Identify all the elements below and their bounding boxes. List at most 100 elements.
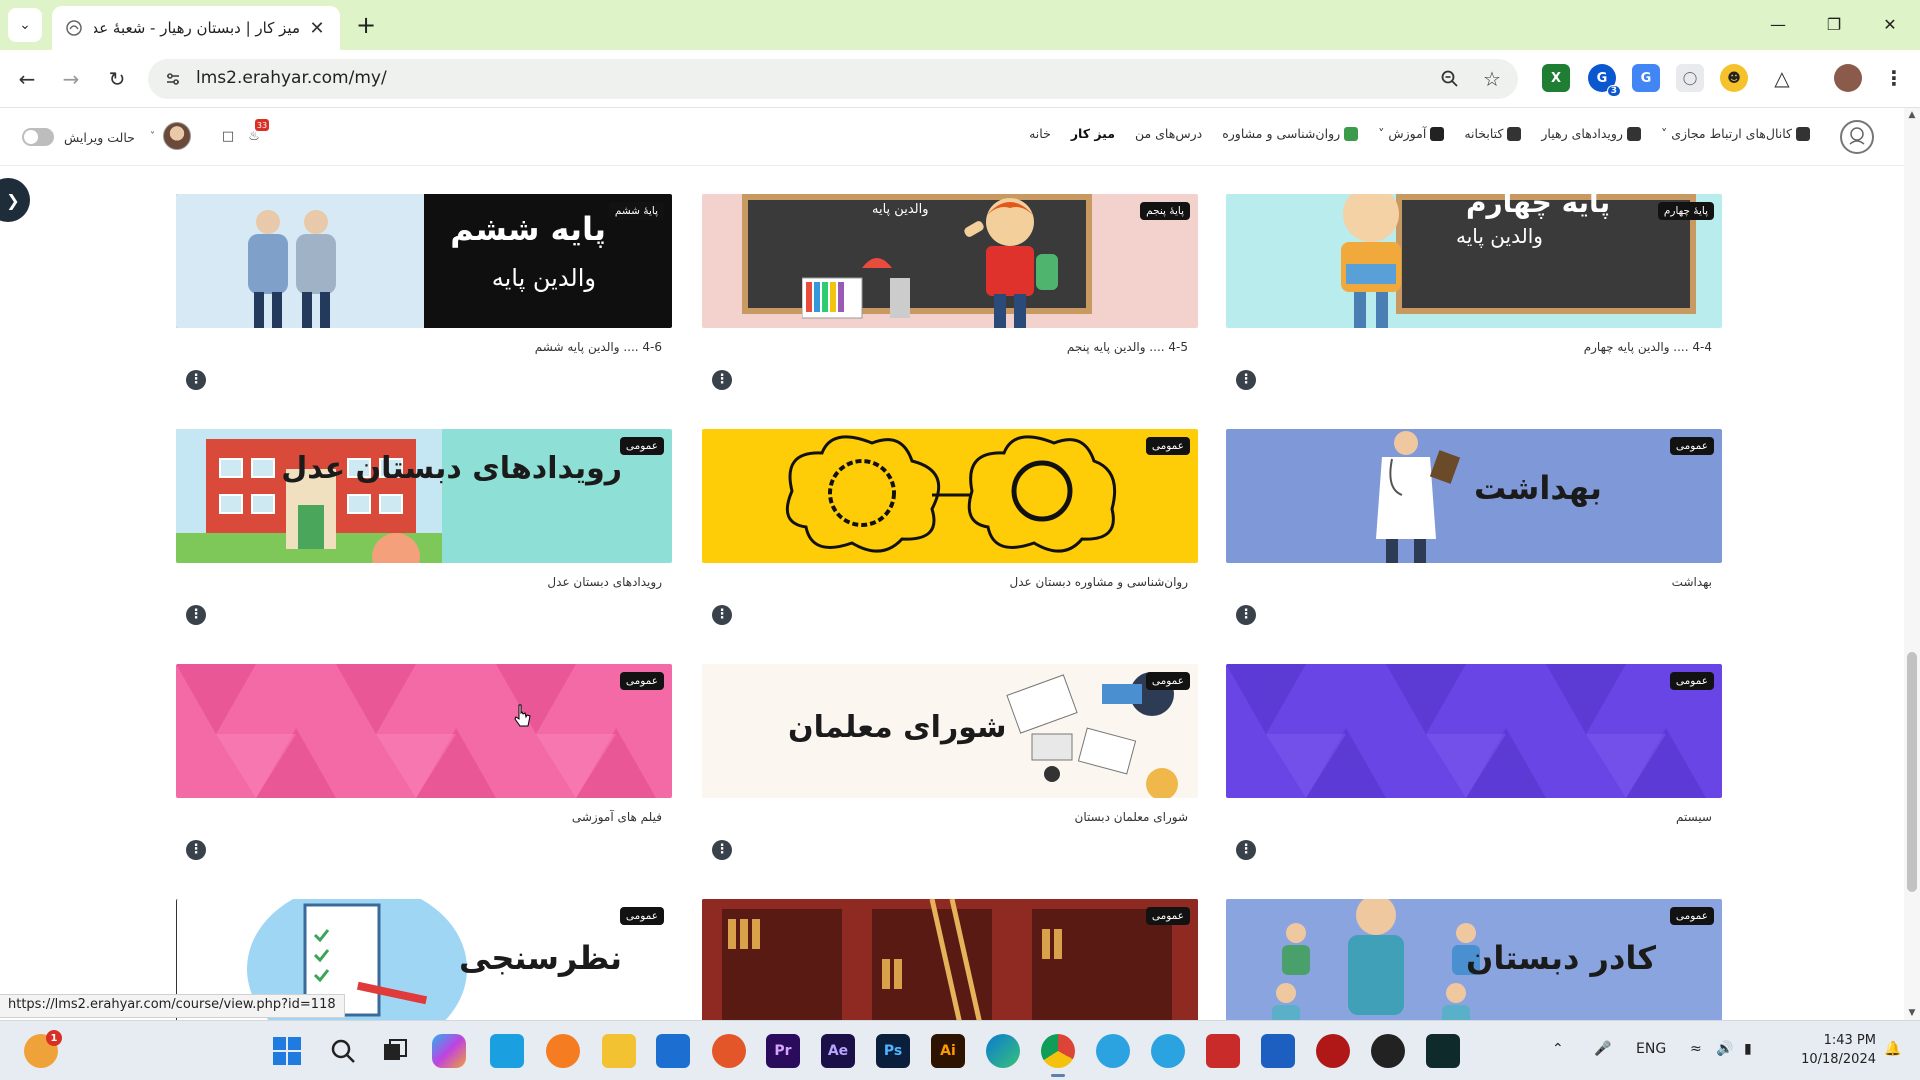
- nav-channels[interactable]: کانال‌های ارتباط مجازی ˅: [1661, 126, 1810, 141]
- browser-tab-active[interactable]: میز کار | دبستان رهیار - شعبهٔ عدل ✕: [52, 6, 340, 50]
- nav-home[interactable]: خانه: [1029, 126, 1051, 141]
- page-scrollbar[interactable]: ▲ ▼: [1904, 108, 1920, 1020]
- address-bar[interactable]: lms2.erahyar.com/my/ ☆: [148, 59, 1518, 99]
- site-info-icon[interactable]: [162, 68, 184, 90]
- tab-search-button[interactable]: ⌄: [8, 8, 42, 42]
- nav-education[interactable]: آموزش ˅: [1378, 126, 1445, 141]
- telegram-icon-2[interactable]: [1151, 1034, 1185, 1068]
- course-name-link[interactable]: بهداشت: [1226, 575, 1722, 589]
- course-actions-menu-icon[interactable]: ⋮: [186, 370, 206, 390]
- course-image[interactable]: پایه ششم والدین پایه پایهٔ ششم: [176, 194, 672, 328]
- battery-icon[interactable]: ▮: [1744, 1041, 1752, 1057]
- course-image[interactable]: والدین پایه پایهٔ پنجم: [702, 194, 1198, 328]
- course-actions-menu-icon[interactable]: ⋮: [186, 840, 206, 860]
- course-image[interactable]: کادر دبستان عمومی: [1226, 899, 1722, 1020]
- course-actions-menu-icon[interactable]: ⋮: [712, 840, 732, 860]
- minimize-window-button[interactable]: —: [1754, 8, 1802, 42]
- course-image[interactable]: بهداشت عمومی: [1226, 429, 1722, 563]
- course-name-link[interactable]: 4-4 .... والدین پایه چهارم: [1226, 340, 1722, 354]
- course-image[interactable]: عمومی: [1226, 664, 1722, 798]
- search-icon[interactable]: [326, 1034, 360, 1068]
- course-name-link[interactable]: 4-6 .... والدین پایه ششم: [176, 340, 672, 354]
- course-actions-menu-icon[interactable]: ⋮: [186, 605, 206, 625]
- course-card[interactable]: بهداشت عمومی بهداشت ⋮: [1226, 429, 1722, 625]
- photoshop-icon[interactable]: Ps: [876, 1034, 910, 1068]
- forward-arrow-icon[interactable]: →: [56, 64, 86, 94]
- screen-app-icon[interactable]: [1426, 1034, 1460, 1068]
- nav-events[interactable]: رویدادهای رهیار: [1541, 126, 1641, 141]
- store-icon[interactable]: [656, 1034, 690, 1068]
- course-card[interactable]: عمومی فیلم های آموزشی ⋮: [176, 664, 672, 860]
- scroll-up-icon[interactable]: ▲: [1906, 110, 1918, 120]
- course-card[interactable]: عمومی: [702, 899, 1198, 1020]
- firefox-icon[interactable]: [712, 1034, 746, 1068]
- extensions-puzzle-icon[interactable]: △: [1768, 64, 1796, 92]
- course-image[interactable]: پایه چهارم والدین پایه پایهٔ چهارم: [1226, 194, 1722, 328]
- course-card[interactable]: شورای معلمان عمومی شورای معلمان دبستان ⋮: [702, 664, 1198, 860]
- tray-chevron-up-icon[interactable]: ⌃: [1552, 1041, 1564, 1057]
- windows-start-icon[interactable]: [270, 1034, 304, 1068]
- course-card[interactable]: کادر دبستان عمومی: [1226, 899, 1722, 1020]
- shield-extension-icon[interactable]: ◯: [1676, 64, 1704, 92]
- course-actions-menu-icon[interactable]: ⋮: [712, 370, 732, 390]
- course-card[interactable]: عمومی روان‌شناسی و مشاوره دبستان عدل ⋮: [702, 429, 1198, 625]
- course-name-link[interactable]: رویدادهای دبستان عدل: [176, 575, 672, 589]
- close-window-button[interactable]: ✕: [1866, 8, 1914, 42]
- site-logo[interactable]: [1840, 120, 1874, 154]
- task-view-icon[interactable]: [378, 1034, 412, 1068]
- course-actions-menu-icon[interactable]: ⋮: [1236, 605, 1256, 625]
- telegram-icon[interactable]: [1096, 1034, 1130, 1068]
- messages-icon[interactable]: □: [219, 127, 237, 145]
- premiere-icon[interactable]: Pr: [766, 1034, 800, 1068]
- course-name-link[interactable]: سیستم: [1226, 810, 1722, 824]
- wifi-icon[interactable]: ≈: [1690, 1041, 1702, 1057]
- shield-app-icon[interactable]: [1261, 1034, 1295, 1068]
- course-actions-menu-icon[interactable]: ⋮: [1236, 370, 1256, 390]
- input-language[interactable]: ENG: [1636, 1041, 1666, 1057]
- reload-icon[interactable]: ↻: [102, 64, 132, 94]
- course-actions-menu-icon[interactable]: ⋮: [1236, 840, 1256, 860]
- scroll-down-icon[interactable]: ▼: [1906, 1008, 1918, 1018]
- after-effects-icon[interactable]: Ae: [821, 1034, 855, 1068]
- volume-icon[interactable]: 🔊: [1716, 1041, 1733, 1057]
- back-arrow-icon[interactable]: ←: [12, 64, 42, 94]
- scrollbar-thumb[interactable]: [1907, 652, 1917, 892]
- illustrator-icon[interactable]: Ai: [931, 1034, 965, 1068]
- magnifier-app-icon[interactable]: [546, 1034, 580, 1068]
- notification-center-icon[interactable]: 🔔: [1884, 1041, 1901, 1057]
- nav-library[interactable]: کتابخانه: [1464, 126, 1522, 141]
- course-name-link[interactable]: فیلم های آموزشی: [176, 810, 672, 824]
- course-image[interactable]: رویدادهای دبستان عدل عمومی: [176, 429, 672, 563]
- edge-icon[interactable]: [986, 1034, 1020, 1068]
- profile-avatar-icon[interactable]: [1834, 64, 1862, 92]
- course-card[interactable]: رویدادهای دبستان عدل عمومی رویدادهای دبس…: [176, 429, 672, 625]
- course-name-link[interactable]: روان‌شناسی و مشاوره دبستان عدل: [702, 575, 1198, 589]
- notification-bell-icon[interactable]: ♨ 33: [245, 119, 269, 145]
- course-card[interactable]: عمومی سیستم ⋮: [1226, 664, 1722, 860]
- user-avatar[interactable]: [163, 122, 191, 150]
- nav-psychology[interactable]: روان‌شناسی و مشاوره: [1222, 126, 1359, 141]
- course-image[interactable]: عمومی: [702, 429, 1198, 563]
- course-actions-menu-icon[interactable]: ⋮: [712, 605, 732, 625]
- bookmark-star-icon[interactable]: ☆: [1480, 67, 1504, 91]
- copilot-icon[interactable]: [432, 1034, 466, 1068]
- emoji-extension-icon[interactable]: ☻: [1720, 64, 1748, 92]
- w-app-icon[interactable]: [1371, 1034, 1405, 1068]
- translate-extension-icon[interactable]: G: [1632, 64, 1660, 92]
- extension-blue-icon[interactable]: 3G: [1588, 64, 1621, 97]
- course-card[interactable]: والدین پایه پایهٔ پنجم 4-5 .... والدین پ…: [702, 194, 1198, 390]
- course-image[interactable]: شورای معلمان عمومی: [702, 664, 1198, 798]
- red-app-icon[interactable]: [1316, 1034, 1350, 1068]
- edit-mode-toggle[interactable]: [22, 128, 54, 146]
- file-explorer-icon[interactable]: [602, 1034, 636, 1068]
- zoom-icon[interactable]: [1438, 67, 1462, 91]
- new-tab-button[interactable]: +: [352, 12, 380, 40]
- course-image[interactable]: عمومی: [702, 899, 1198, 1020]
- weather-icon[interactable]: 1: [24, 1030, 62, 1068]
- nav-dashboard[interactable]: میز کار: [1071, 126, 1115, 141]
- course-card[interactable]: پایه ششم والدین پایه پایهٔ ششم 4-6 .... …: [176, 194, 672, 390]
- restore-window-button[interactable]: ❐: [1810, 8, 1858, 42]
- microphone-icon[interactable]: 🎤: [1594, 1041, 1611, 1057]
- recorder-icon[interactable]: [1206, 1034, 1240, 1068]
- course-card[interactable]: پایه چهارم والدین پایه پایهٔ چهارم 4-4 .…: [1226, 194, 1722, 390]
